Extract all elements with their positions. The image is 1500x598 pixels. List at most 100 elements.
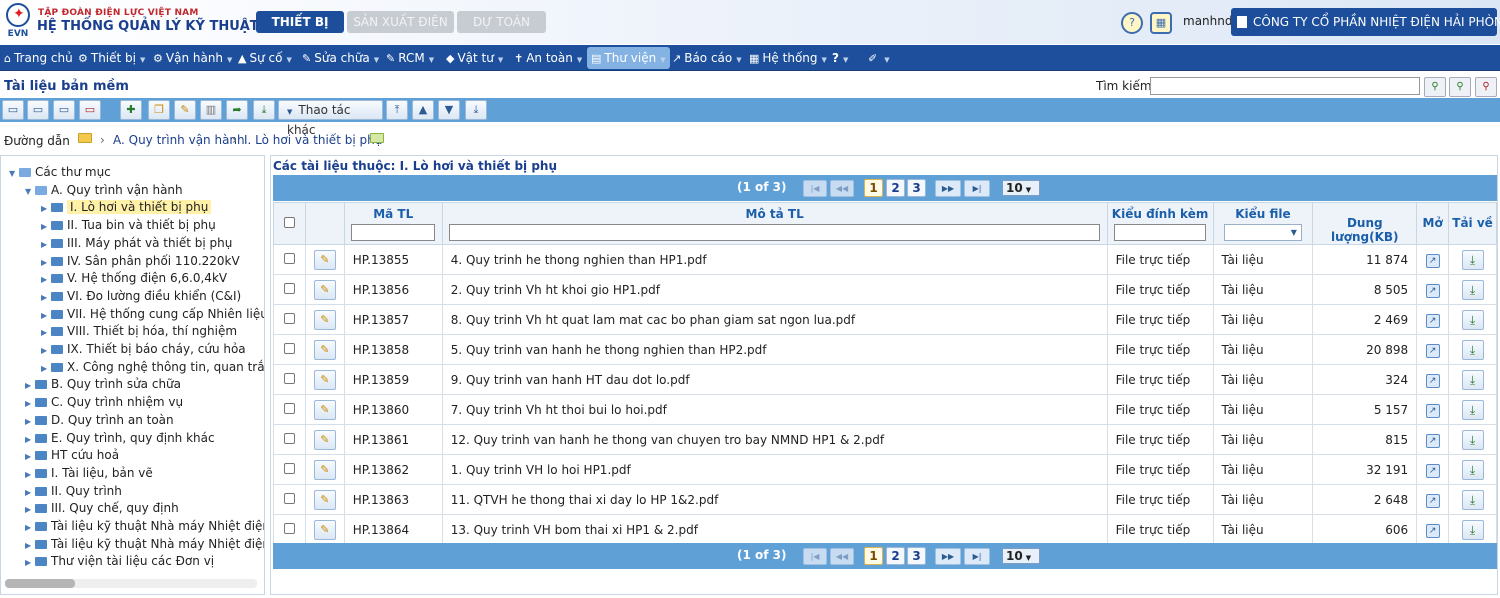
cell-desc[interactable]: 9. Quy trinh van hanh HT dau dot lo.pdf	[441, 364, 1108, 395]
download-icon[interactable]: ⤓	[1461, 339, 1484, 360]
edit-pencil-icon[interactable]: ✎	[313, 339, 336, 360]
calendar-icon[interactable]: ▦	[1150, 12, 1172, 34]
folder-icon[interactable]	[78, 133, 92, 143]
caret-right-icon[interactable]: ▶	[25, 466, 35, 483]
table-row[interactable]: ✎ HP.13857 8. Quy trinh Vh ht quat lam mat…	[273, 304, 1497, 335]
tree-item[interactable]: ▶ VI. Đo lường điều khiển (C&I)	[41, 288, 241, 305]
row-checkbox[interactable]	[283, 252, 295, 264]
cell-desc[interactable]: 7. Quy trinh Vh ht thoi bui lo hoi.pdf	[441, 394, 1108, 425]
download-icon[interactable]: ⤓	[1461, 369, 1484, 390]
cell-desc[interactable]: 8. Quy trinh Vh ht quat lam mat cac bo p…	[441, 304, 1108, 335]
caret-right-icon[interactable]: ▶	[41, 289, 51, 306]
tree-item[interactable]: ▶ D. Quy trình an toàn	[25, 412, 174, 429]
caret-right-icon[interactable]: ▶	[41, 254, 51, 271]
tree-item[interactable]: ▶ VIII. Thiết bị hóa, thí nghiệm	[41, 323, 237, 340]
cell-desc[interactable]: 12. Quy trinh van hanh he thong van chuy…	[441, 424, 1108, 455]
move-bottom-icon[interactable]: ⤓	[465, 100, 487, 120]
copy-icon[interactable]: ❐	[148, 100, 170, 120]
filter-desc-input[interactable]	[449, 224, 1101, 241]
move-top-icon[interactable]: ⤒	[386, 100, 408, 120]
open-file-icon[interactable]: ↗	[1425, 313, 1440, 328]
breadcrumb-item[interactable]: A. Quy trình vận hành	[113, 133, 245, 147]
page-1-button[interactable]: 1	[864, 547, 883, 565]
table-row[interactable]: ✎ HP.13860 7. Quy trinh Vh ht thoi bui lo …	[273, 394, 1497, 425]
last-page-button[interactable]: ▶|	[964, 180, 990, 197]
menu-rcm[interactable]: ✎ RCM ▼	[386, 45, 434, 71]
page-2-button[interactable]: 2	[886, 179, 905, 197]
row-checkbox[interactable]	[283, 492, 295, 504]
edit-pencil-icon[interactable]: ✎	[313, 459, 336, 480]
filter-filetype-select[interactable]: ▼	[1223, 224, 1302, 241]
move-down-icon[interactable]: ▼	[438, 100, 460, 120]
open-folder-icon[interactable]: ▭	[2, 100, 24, 120]
menu-help[interactable]: ? ▼	[832, 45, 848, 71]
move-folder-icon[interactable]: ▭	[53, 100, 75, 120]
tree-item[interactable]: ▶ E. Quy trình, quy định khác	[25, 430, 215, 447]
caret-right-icon[interactable]: ▶	[25, 501, 35, 518]
tab-thiet-bi[interactable]: THIẾT BỊ	[256, 11, 344, 33]
cell-desc[interactable]: 1. Quy trinh VH lo hoi HP1.pdf	[441, 454, 1108, 485]
search-input[interactable]	[1150, 77, 1420, 95]
caret-right-icon[interactable]: ▶	[25, 431, 35, 448]
caret-right-icon[interactable]: ▶	[25, 413, 35, 430]
edit-pencil-icon[interactable]: ✎	[313, 429, 336, 450]
caret-right-icon[interactable]: ▶	[41, 342, 51, 359]
company-selector[interactable]: CÔNG TY CỔ PHẦN NHIỆT ĐIỆN HẢI PHÒNG	[1231, 8, 1500, 36]
select-all-checkbox[interactable]	[283, 217, 295, 228]
first-page-button[interactable]: |◀	[803, 180, 827, 197]
open-file-icon[interactable]: ↗	[1425, 343, 1440, 358]
tree-item[interactable]: ▶ HT cứu hoả	[25, 447, 119, 464]
row-checkbox[interactable]	[283, 402, 295, 414]
table-row[interactable]: ✎ HP.13862 1. Quy trinh VH lo hoi HP1.pdf F…	[273, 454, 1497, 485]
caret-right-icon[interactable]: ▶	[41, 360, 51, 377]
caret-right-icon[interactable]: ▶	[25, 395, 35, 412]
tree-scrollbar[interactable]	[5, 579, 257, 588]
tree-item[interactable]: ▶ II. Tua bin và thiết bị phụ	[41, 217, 216, 234]
menu-he-thong[interactable]: ▦ Hệ thống ▼	[749, 45, 827, 71]
table-row[interactable]: ✎ HP.13858 5. Quy trinh van hanh he thong …	[273, 334, 1497, 365]
caret-right-icon[interactable]: ▶	[25, 377, 35, 394]
caret-right-icon[interactable]: ▶	[41, 218, 51, 235]
edit-pencil-icon[interactable]: ✎	[313, 489, 336, 510]
caret-right-icon[interactable]: ▶	[41, 307, 51, 324]
pin-folder-icon[interactable]	[370, 133, 384, 143]
col-desc[interactable]: Mô tả TL	[441, 202, 1108, 245]
tree-item[interactable]: ▶ X. Công nghệ thông tin, quan trắc m	[41, 359, 264, 377]
edit-folder-icon[interactable]: ▭	[27, 100, 49, 120]
menu-an-toan[interactable]: ✝ An toàn ▼	[514, 45, 582, 71]
download-icon[interactable]: ⤓	[1461, 519, 1484, 540]
menu-vat-tu[interactable]: ◆ Vật tư ▼	[446, 45, 503, 71]
download-icon[interactable]: ⤓	[1461, 309, 1484, 330]
open-file-icon[interactable]: ↗	[1425, 523, 1440, 538]
caret-right-icon[interactable]: ▶	[41, 236, 51, 253]
next-page-button[interactable]: ▶▶	[935, 180, 961, 197]
tree-item[interactable]: ▶ I. Tài liệu, bản vẽ	[25, 465, 153, 482]
delete-folder-icon[interactable]: ▭	[79, 100, 101, 120]
row-checkbox[interactable]	[283, 522, 295, 534]
page-3-button[interactable]: 3	[907, 179, 926, 197]
clear-search-button[interactable]: ⚲	[1475, 77, 1497, 97]
tree-item[interactable]: ▶ IX. Thiết bị báo cháy, cứu hỏa	[41, 341, 246, 358]
caret-right-icon[interactable]: ▶	[25, 519, 35, 536]
filter-attach-input[interactable]	[1114, 224, 1207, 241]
tree-item[interactable]: ▶ III. Quy chế, quy định	[25, 500, 179, 517]
tree-item[interactable]: ▶ IV. Sân phân phối 110.220kV	[41, 253, 240, 270]
more-actions-dropdown[interactable]: ▼ Thao tác khác	[278, 100, 383, 137]
add-file-icon[interactable]: ✚	[120, 100, 142, 120]
trash-icon[interactable]: ▥	[200, 100, 222, 120]
col-attach[interactable]: Kiểu đính kèm	[1106, 202, 1214, 245]
row-checkbox[interactable]	[283, 372, 295, 384]
caret-down-icon[interactable]: ▼	[25, 183, 35, 200]
next-page-button[interactable]: ▶▶	[935, 548, 961, 565]
menu-van-hanh[interactable]: ⚙ Vận hành ▼	[153, 45, 232, 71]
caret-right-icon[interactable]: ▶	[25, 537, 35, 554]
tab-san-xuat-dien[interactable]: SẢN XUẤT ĐIỆN	[347, 11, 454, 33]
download-icon[interactable]: ⤓	[1461, 429, 1484, 450]
pencil-icon[interactable]: ✎	[174, 100, 196, 120]
first-page-button[interactable]: |◀	[803, 548, 827, 565]
table-row[interactable]: ✎ HP.13855 4. Quy trinh he thong nghien th…	[273, 244, 1497, 275]
menu-bao-cao[interactable]: ↗ Báo cáo ▼	[672, 45, 742, 71]
cell-desc[interactable]: 5. Quy trinh van hanh he thong nghien th…	[441, 334, 1108, 365]
tree-item[interactable]: ▶Tài liệu kỹ thuật Nhà máy Nhiệt điện Hả	[25, 536, 264, 554]
caret-right-icon[interactable]: ▶	[25, 448, 35, 465]
